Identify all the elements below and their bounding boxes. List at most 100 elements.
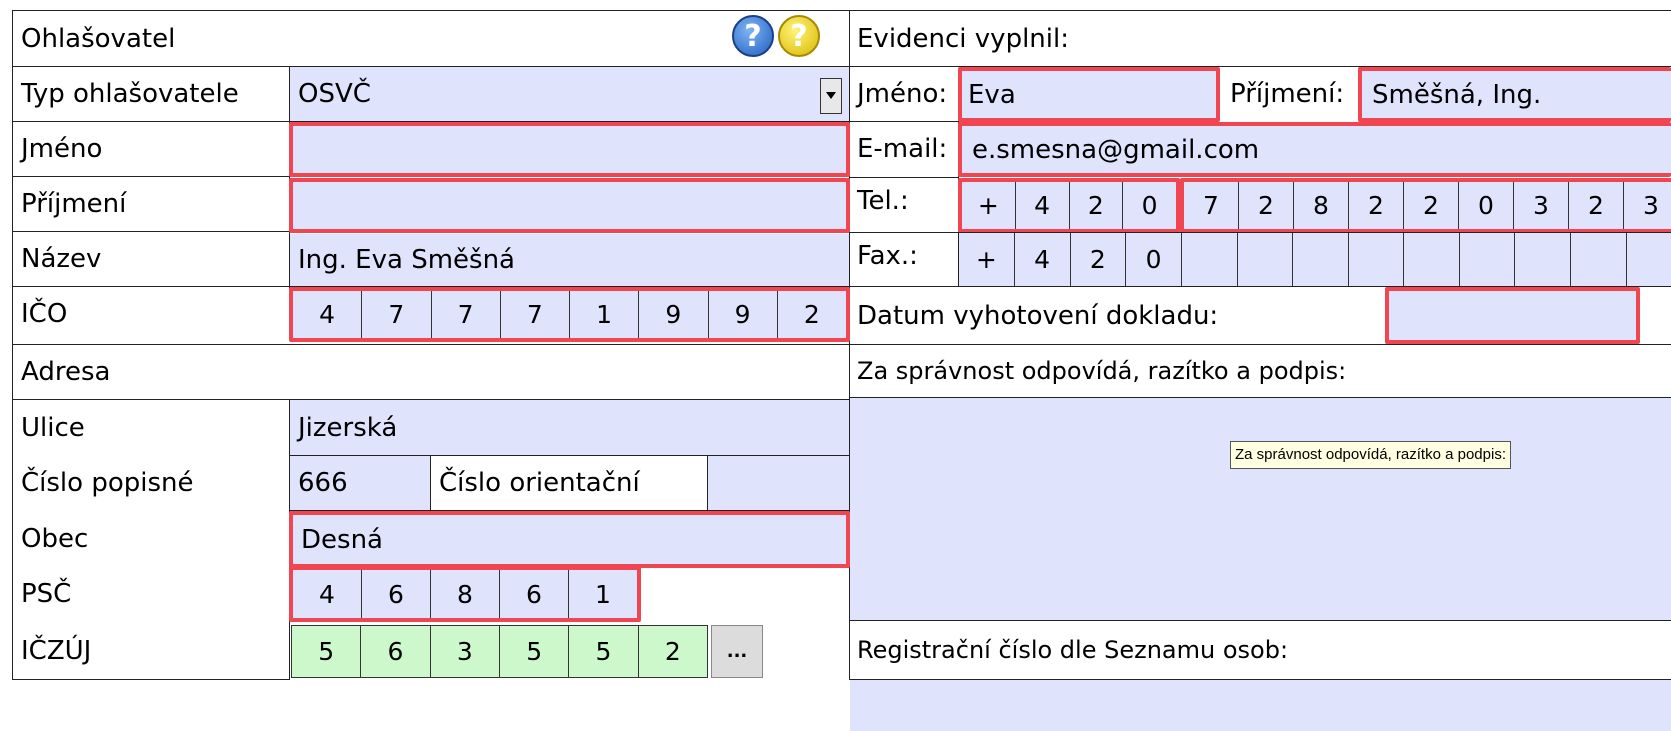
obec-label: Obec xyxy=(21,523,89,554)
prijmeni-label: Příjmení xyxy=(21,189,127,219)
psc-digit[interactable]: 6 xyxy=(499,570,568,618)
filler-email-input[interactable]: e.smesna@gmail.com xyxy=(958,122,1671,177)
iczuj-digit[interactable]: 3 xyxy=(429,626,499,677)
filler-prijmeni-input[interactable]: Směšná, Ing. xyxy=(1358,67,1671,122)
cislo-popisne-label: Číslo popisné xyxy=(21,468,194,498)
fax-digit[interactable] xyxy=(1569,233,1626,286)
ico-digit[interactable]: 2 xyxy=(776,291,846,338)
filler-prijmeni-label: Příjmení: xyxy=(1230,79,1345,109)
ulice-label: Ulice xyxy=(21,412,85,443)
fax-digit[interactable] xyxy=(1458,233,1515,286)
typ-ohlasovatele-select[interactable]: OSVČ xyxy=(290,67,849,121)
psc-digits: 4 6 8 6 1 xyxy=(293,570,637,618)
datum-input[interactable] xyxy=(1385,287,1640,344)
iczuj-digit[interactable]: 2 xyxy=(637,626,707,677)
tel-digit[interactable]: 0 xyxy=(1458,182,1513,229)
fax-number-digits xyxy=(1182,233,1671,286)
reg-number-label: Registrační číslo dle Seznamu osob: xyxy=(857,636,1289,664)
section-title-ohlasovatel: Ohlašovatel xyxy=(21,23,176,54)
help-blue-icon[interactable]: ? xyxy=(732,15,774,57)
ico-input[interactable]: 4 7 7 7 1 9 9 2 xyxy=(289,287,850,342)
jmeno-input[interactable] xyxy=(289,122,850,177)
signature-label: Za správnost odpovídá, razítko a podpis: xyxy=(857,357,1347,385)
filler-email-label: E-mail: xyxy=(857,134,948,164)
signature-area[interactable] xyxy=(850,398,1671,620)
tel-digit[interactable]: 8 xyxy=(1293,182,1348,229)
tel-prefix-digit[interactable]: 0 xyxy=(1122,182,1176,229)
fax-prefix-digit[interactable]: + xyxy=(959,233,1014,286)
typ-ohlasovatele-value: OSVČ xyxy=(298,79,371,109)
iczuj-input[interactable]: 5 6 3 5 5 2 xyxy=(291,625,708,678)
obec-input[interactable]: Desná xyxy=(289,511,850,568)
fax-digit[interactable] xyxy=(1403,233,1459,286)
signature-tooltip: Za správnost odpovídá, razítko a podpis: xyxy=(1230,441,1511,469)
cislo-popisne-input[interactable]: 666 xyxy=(290,456,430,510)
cislo-orientacni-label: Číslo orientační xyxy=(439,468,640,498)
tel-digit[interactable]: 2 xyxy=(1568,182,1623,229)
help-yellow-icon[interactable]: ? xyxy=(778,15,820,57)
ico-digit[interactable]: 7 xyxy=(499,291,569,338)
fax-digit[interactable] xyxy=(1625,233,1671,286)
reg-number-input[interactable] xyxy=(850,680,1671,731)
tel-number-input[interactable]: 7 2 8 2 2 0 3 2 3 xyxy=(1180,178,1671,233)
filler-jmeno-label: Jméno: xyxy=(857,79,948,109)
fax-prefix-digits: + 4 2 0 xyxy=(959,233,1181,286)
tel-digit[interactable]: 7 xyxy=(1184,182,1238,229)
ico-digit[interactable]: 4 xyxy=(293,291,361,338)
ico-digit[interactable]: 7 xyxy=(361,291,430,338)
psc-label: PSČ xyxy=(21,578,72,609)
psc-digit[interactable]: 1 xyxy=(568,570,637,618)
tel-prefix-input[interactable]: + 4 2 0 xyxy=(958,178,1180,233)
tel-prefix-digit[interactable]: 4 xyxy=(1014,182,1069,229)
iczuj-label: IČZÚJ xyxy=(21,636,92,666)
prijmeni-input[interactable] xyxy=(289,178,850,233)
fax-number-input[interactable] xyxy=(1181,233,1671,286)
ico-digit[interactable]: 7 xyxy=(430,291,500,338)
fax-prefix-digit[interactable]: 0 xyxy=(1125,233,1181,286)
datum-label: Datum vyhotovení dokladu: xyxy=(857,300,1219,331)
ico-digits: 4 7 7 7 1 9 9 2 xyxy=(293,291,846,338)
iczuj-browse-button[interactable]: ... xyxy=(711,625,763,678)
psc-input[interactable]: 4 6 8 6 1 xyxy=(289,566,641,622)
fax-digit[interactable] xyxy=(1182,233,1237,286)
psc-digit[interactable]: 6 xyxy=(361,570,430,618)
iczuj-digit[interactable]: 5 xyxy=(292,626,360,677)
chevron-down-icon[interactable] xyxy=(820,78,842,114)
ulice-input[interactable]: Jizerská xyxy=(290,400,849,455)
tel-digit[interactable]: 3 xyxy=(1623,182,1671,229)
section-title-evidenci: Evidenci vyplnil: xyxy=(857,23,1069,54)
jmeno-label: Jméno xyxy=(21,134,103,164)
fax-digit[interactable] xyxy=(1292,233,1348,286)
ico-digit[interactable]: 9 xyxy=(707,291,777,338)
tel-digit[interactable]: 2 xyxy=(1403,182,1458,229)
fax-digit[interactable] xyxy=(1514,233,1570,286)
tel-prefix-digits: + 4 2 0 xyxy=(962,182,1176,229)
fax-prefix-digit[interactable]: 2 xyxy=(1069,233,1126,286)
tel-prefix-digit[interactable]: 2 xyxy=(1068,182,1123,229)
iczuj-digits: 5 6 3 5 5 2 xyxy=(292,626,707,677)
filler-jmeno-input[interactable]: Eva xyxy=(958,67,1220,122)
section-title-adresa: Adresa xyxy=(21,357,111,387)
typ-ohlasovatele-label: Typ ohlašovatele xyxy=(21,79,239,109)
fax-digit[interactable] xyxy=(1347,233,1404,286)
nazev-label: Název xyxy=(21,244,102,274)
iczuj-digit[interactable]: 6 xyxy=(360,626,429,677)
iczuj-digit[interactable]: 5 xyxy=(498,626,568,677)
tel-number-digits: 7 2 8 2 2 0 3 2 3 xyxy=(1184,182,1671,229)
fax-prefix-input[interactable]: + 4 2 0 xyxy=(959,233,1181,286)
psc-digit[interactable]: 4 xyxy=(293,570,361,618)
filler-fax-label: Fax.: xyxy=(857,241,918,271)
iczuj-digit[interactable]: 5 xyxy=(568,626,637,677)
tel-prefix-digit[interactable]: + xyxy=(962,182,1015,229)
tel-digit[interactable]: 3 xyxy=(1513,182,1568,229)
psc-digit[interactable]: 8 xyxy=(430,570,499,618)
tel-digit[interactable]: 2 xyxy=(1238,182,1293,229)
fax-digit[interactable] xyxy=(1236,233,1293,286)
tel-digit[interactable]: 2 xyxy=(1348,182,1403,229)
ico-label: IČO xyxy=(21,299,68,329)
ico-digit[interactable]: 1 xyxy=(569,291,638,338)
nazev-input[interactable]: Ing. Eva Směšná xyxy=(290,234,849,286)
cislo-orientacni-input[interactable] xyxy=(708,456,849,510)
ico-digit[interactable]: 9 xyxy=(638,291,707,338)
fax-prefix-digit[interactable]: 4 xyxy=(1013,233,1070,286)
